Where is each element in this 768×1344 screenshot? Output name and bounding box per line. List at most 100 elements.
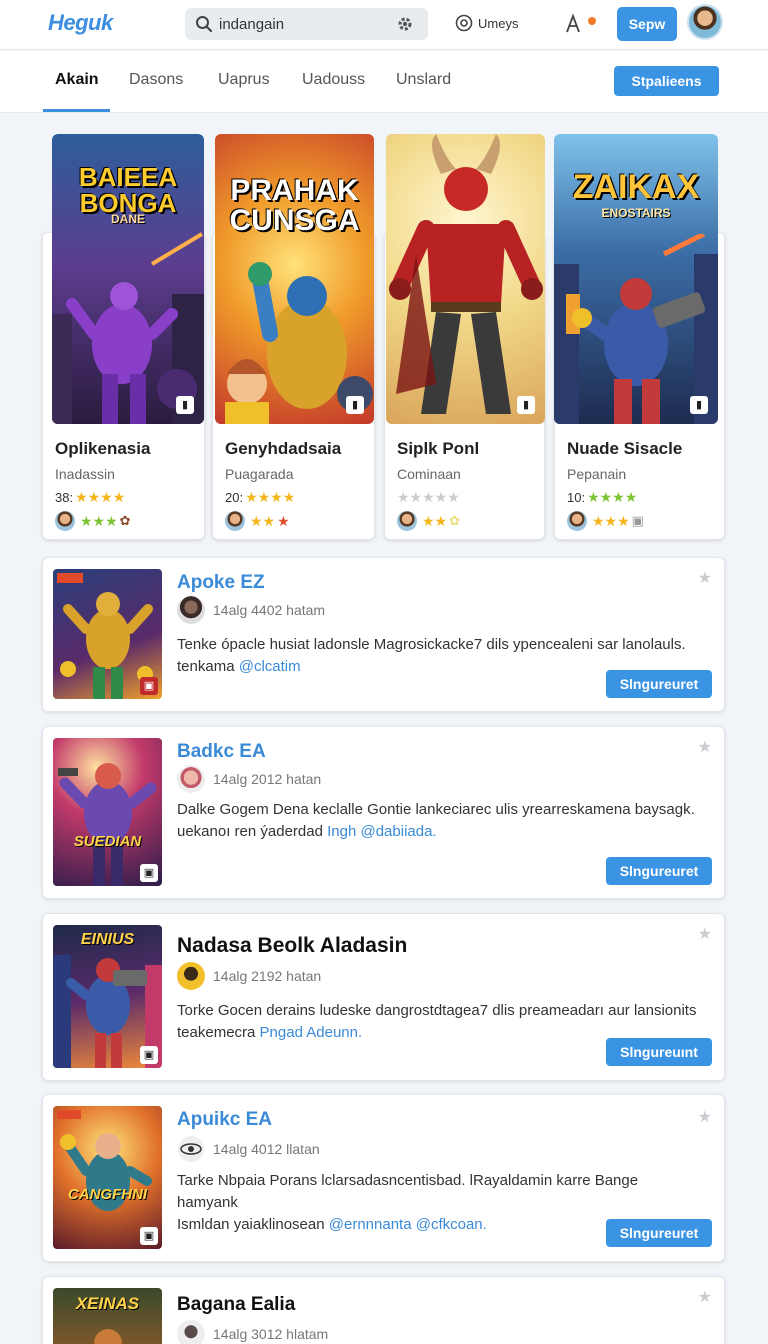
avatar [177,765,205,793]
eye-icon [178,1136,204,1162]
platform-icon: ▮ [517,396,535,414]
star-icon: ★★★★★ [397,489,460,505]
card-art-subtitle: ENOSTAIRS [601,206,671,220]
top-bar: Heguk Umeys Sepw [0,0,768,50]
post-card[interactable]: CANGFHNI ▣ Apuikc EA 14alg 4012 llatan T… [42,1094,725,1262]
tab-dasons[interactable]: Dasons [129,71,183,89]
star-icon[interactable]: ★ [698,924,712,944]
post-date: 14alg 3012 hlatam [213,1326,329,1342]
star-icon: ★★ [422,512,448,529]
card-meta: ★★ ✿ [397,511,536,531]
post-action-button[interactable]: Slngureuret [606,1219,712,1247]
card-subtitle: Puagarada [225,466,294,482]
tab-unslard[interactable]: Unslard [396,71,451,89]
post-title[interactable]: Bagana Ealia [177,1294,295,1316]
post-date: 14alg 2012 hatan [213,771,322,787]
post-title[interactable]: Apuikc EA [177,1109,272,1131]
thumb-title: XEINAS [75,1294,140,1313]
post-card[interactable]: XEINAS Bagana Ealia 14alg 3012 hlatam ★ [42,1276,725,1344]
post-text-2: Ismldan yaiaklinosean [177,1216,325,1233]
search-icon [196,16,213,33]
card-rating: 20: ★★★★ [225,489,366,506]
star-icon[interactable]: ★ [698,737,712,757]
users-link[interactable]: Umeys [455,14,518,32]
card-art-title: BAIEEA BONGA [78,162,178,218]
post-text: Tarke Nbpaia Porans lclarsadasncentisbad… [177,1172,639,1211]
post-text: Tenke ópacle husiat ladonsle Magrosickac… [177,636,686,653]
post-date: 14alg 2192 hatan [213,968,322,984]
card-art-4[interactable]: ZAIKAX ENOSTAIRS ▮ [554,134,718,424]
star-icon[interactable]: ★ [698,568,712,588]
post-thumbnail[interactable]: ▣ [53,569,162,699]
hero-figure-icon [389,134,543,414]
card-rating: 10: ★★★★ [567,489,716,506]
post-title[interactable]: Apoke EZ [177,572,265,594]
post-card[interactable]: ▣ Apoke EZ 14alg 4402 hatam Tenke ópacle… [42,557,725,712]
star-icon[interactable]: ★ [698,1107,712,1127]
post-text: Torke Gocen derains ludeske dangrostdtag… [177,1002,697,1019]
badge-icon: ✿ [119,513,131,528]
star-icon: ★★★ [80,512,118,529]
post-tag[interactable]: @ernnnanta @cfkcoan. [329,1216,487,1233]
post-body: Dalke Gogem Dena keclalle Gontie lankeci… [177,799,697,843]
avatar [177,962,205,990]
post-tag[interactable]: Ingh @dabiiada. [327,823,436,840]
user-avatar[interactable] [687,4,723,40]
star-icon: ★ [277,512,290,529]
post-text-2: tenkama [177,658,235,675]
gear-icon[interactable] [396,15,414,33]
rating-count: 10: [567,490,586,505]
post-action-button[interactable]: Slngureuret [606,670,712,698]
star-icon: ★★★★ [587,489,638,505]
signup-button[interactable]: Sepw [617,7,677,41]
platform-icon: ▮ [690,396,708,414]
post-meta: 14alg 2192 hatan [177,962,321,990]
tab-akain[interactable]: Akain [55,71,99,89]
rating-count: 20: [225,490,244,505]
post-title[interactable]: Badkc EA [177,741,266,763]
tab-bar: Akain Dasons Uaprus Uadouss Unslard Stpa… [0,51,768,113]
tab-uadouss[interactable]: Uadouss [302,71,365,89]
post-meta: 14alg 3012 hlatam [177,1320,328,1344]
card-art-3[interactable]: ▮ [386,134,545,424]
card-art-2[interactable]: PRAHAK CUNSGA ▮ [215,134,374,424]
avatar [397,511,417,531]
post-text: Dalke Gogem Dena keclalle Gontie lankeci… [177,801,695,818]
post-thumbnail[interactable]: XEINAS [53,1288,162,1344]
post-card[interactable]: SUEDIAN ▣ Badkc EA 14alg 2012 hatan Dalk… [42,726,725,899]
avatar [225,511,245,531]
thumb-title: EINIUS [80,931,135,948]
post-tag[interactable]: Pngad Adeunn. [260,1024,363,1041]
post-action-button[interactable]: Slngureuret [606,857,712,885]
search-input[interactable] [219,12,389,36]
active-tab-indicator [43,109,110,112]
rating-count: 38: [55,490,74,505]
avatar [567,511,587,531]
notification-icon[interactable] [563,12,599,36]
card-art-1[interactable]: BAIEEA BONGA DANE ▮ [52,134,204,424]
card-subtitle: Inadassin [55,466,115,482]
post-thumbnail[interactable]: CANGFHNI ▣ [53,1106,162,1249]
card-title: Nuade Sisacle [567,439,683,458]
star-icon: ★★ [250,512,276,529]
tabs-action-button[interactable]: Stpalieens [614,66,719,96]
post-action-button[interactable]: Slngureuınt [606,1038,712,1066]
post-text-2: teakemecra [177,1024,256,1041]
post-thumbnail[interactable]: SUEDIAN ▣ [53,738,162,886]
search-box[interactable] [185,8,428,40]
post-title[interactable]: Nadasa Beolk Aladasin [177,934,407,958]
card-title: Siplk Ponl [397,439,480,458]
post-thumbnail[interactable]: EINIUS ▣ [53,925,162,1068]
logo[interactable]: Heguk [48,10,113,36]
platform-icon: ▮ [176,396,194,414]
post-meta: 14alg 2012 hatan [177,765,321,793]
card-title: Oplikenasia [55,439,151,458]
tab-uaprus[interactable]: Uaprus [218,71,270,89]
cart-icon: ▣ [631,513,644,528]
post-card[interactable]: EINIUS ▣ Nadasa Beolk Aladasin 14alg 219… [42,913,725,1081]
star-icon[interactable]: ★ [698,1287,712,1307]
post-tag[interactable]: @clcatim [239,658,301,675]
card-meta: ★★ ★ [225,511,366,531]
avatar [55,511,75,531]
card-meta: ★★★ ✿ [55,511,196,531]
